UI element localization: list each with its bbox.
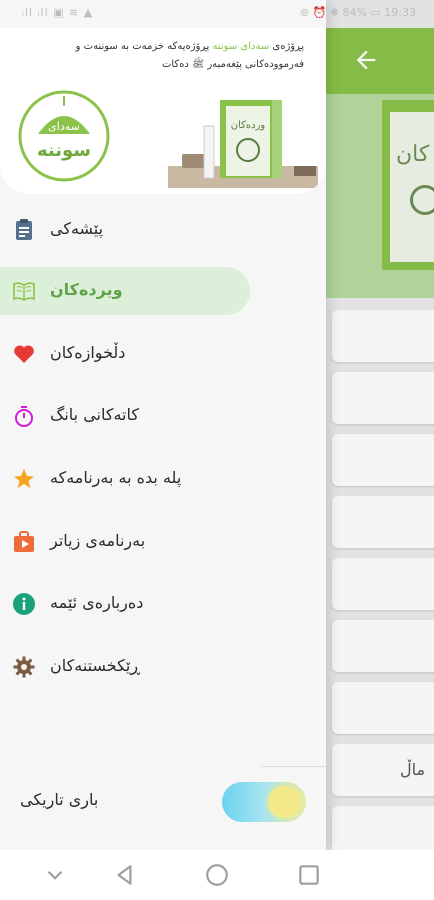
menu-item-wirds[interactable]: ویردەکان	[0, 267, 250, 315]
dark-mode-row: باری تاریکی	[0, 776, 326, 826]
clipboard-icon	[16, 219, 32, 240]
home-circle-icon[interactable]	[204, 862, 230, 888]
heart-icon	[14, 345, 34, 363]
book-cover-title: وردەکان	[231, 120, 266, 131]
menu-item-more-apps[interactable]: بەرنامەی زیاتر	[0, 518, 250, 566]
drawer-scrim[interactable]	[326, 0, 434, 850]
menu-divider	[262, 766, 326, 767]
menu-item-label: دەربارەی ئێمە	[50, 593, 144, 612]
logo-main-text: سوننە	[37, 140, 91, 161]
menu-item-settings[interactable]: ڕێکخستنەکان	[0, 643, 250, 691]
dark-mode-toggle[interactable]	[222, 782, 306, 822]
menu-item-rate-app[interactable]: پلە بدە بە بەرنامەکە	[0, 455, 250, 503]
recents-square-icon[interactable]	[296, 862, 322, 888]
logo-top-text: سەدای	[48, 120, 80, 133]
menu-item-label: پێشەکی	[50, 219, 104, 238]
tagline-text: پڕۆژەی	[269, 41, 304, 52]
menu-item-label: دڵخوازەکان	[50, 343, 126, 362]
menu-item-about-us[interactable]: دەربارەی ئێمە	[0, 580, 250, 628]
gear-icon	[13, 656, 35, 678]
timer-icon	[15, 406, 33, 427]
menu-item-label: بەرنامەی زیاتر	[50, 531, 146, 550]
hide-keyboard-icon[interactable]	[42, 862, 68, 888]
navigation-drawer: پڕۆژەی سەدای سوننە پڕۆژەیەکە خزمەت بە سو…	[0, 0, 326, 850]
menu-item-label: ویردەکان	[50, 280, 123, 299]
menu-item-prayer-times[interactable]: کاتەکانی بانگ	[0, 392, 250, 440]
toggle-knob[interactable]	[268, 786, 300, 818]
status-bar: ᵢll ᵢll ▣ ≋ ▲ ⊚ ⏰ ✱ 84% ▭ 19:33	[0, 0, 434, 28]
system-navigation-bar	[0, 850, 434, 900]
back-triangle-icon[interactable]	[112, 862, 138, 888]
open-book-icon	[13, 282, 35, 301]
tagline-brand: سەدای سوننە	[212, 41, 270, 52]
status-right-indicators: ⊚ ⏰ ✱ 84% ▭ 19:33	[299, 6, 416, 19]
menu-item-label: پلە بدە بە بەرنامەکە	[50, 468, 182, 487]
play-bag-icon	[14, 531, 34, 552]
header-book-illustration: وردەکان	[168, 100, 318, 188]
header-tagline: پڕۆژەی سەدای سوننە پڕۆژەیەکە خزمەت بە سو…	[14, 38, 304, 74]
drawer-header: پڕۆژەی سەدای سوننە پڕۆژەیەکە خزمەت بە سو…	[0, 28, 326, 194]
status-left-indicators: ᵢll ᵢll ▣ ≋ ▲	[22, 6, 94, 19]
star-icon	[14, 469, 34, 488]
menu-item-label: ڕێکخستنەکان	[50, 656, 141, 675]
dark-mode-label: باری تاریکی	[20, 790, 99, 809]
app-logo: سەدای سوننە	[18, 90, 110, 182]
info-icon	[13, 593, 35, 615]
menu-item-introduction[interactable]: پێشەکی	[0, 206, 250, 254]
menu-item-label: کاتەکانی بانگ	[50, 405, 139, 424]
menu-item-favorites[interactable]: دڵخوازەکان	[0, 330, 250, 378]
